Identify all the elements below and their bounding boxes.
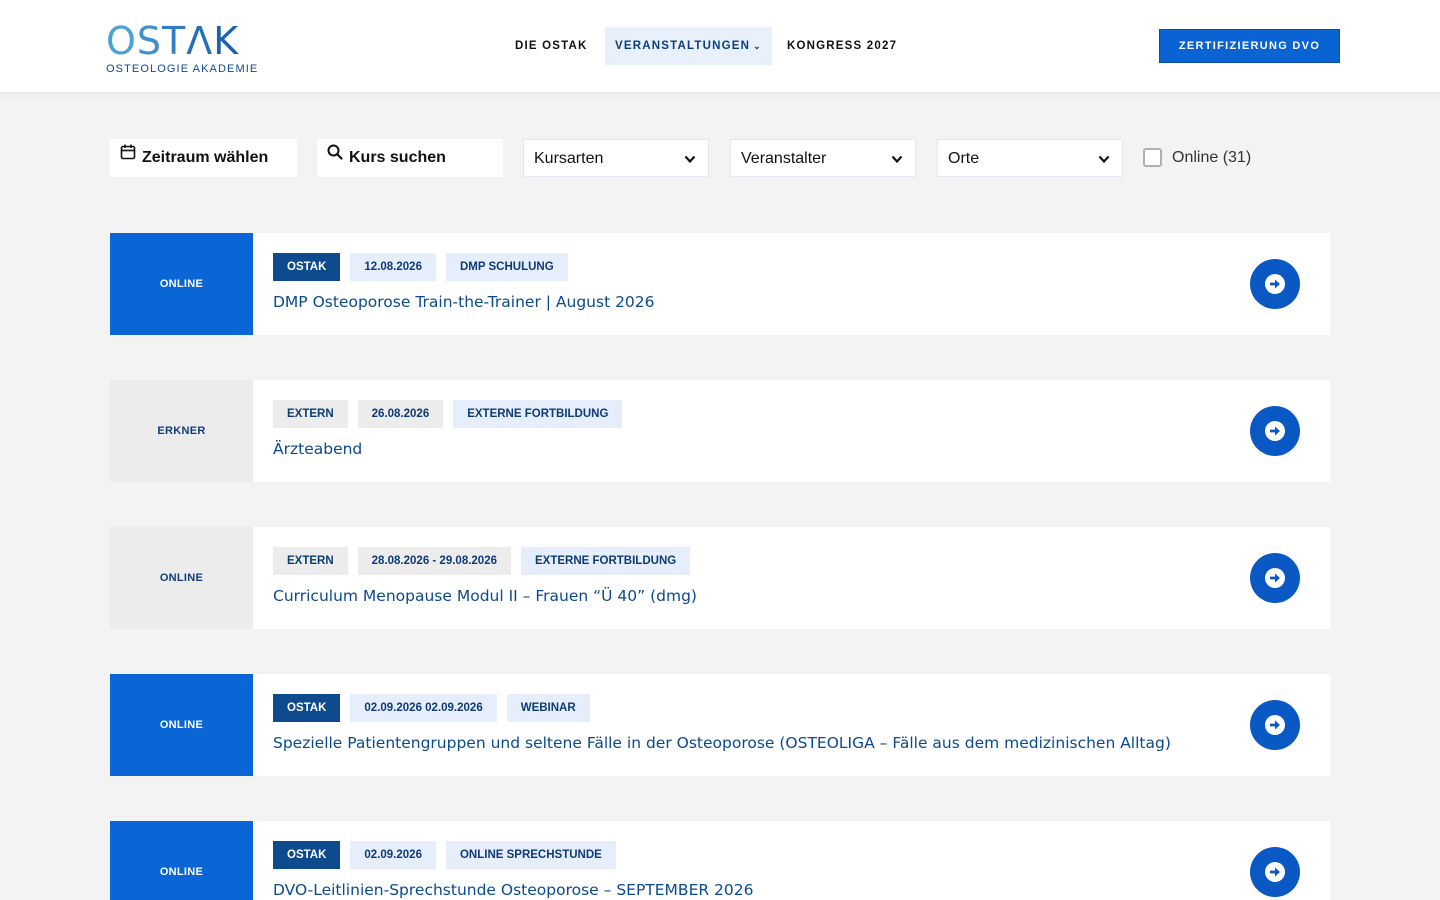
event-open-button[interactable] bbox=[1250, 259, 1300, 309]
organizer-value: Veranstalter bbox=[741, 150, 827, 167]
event-location: ONLINE bbox=[110, 233, 253, 335]
places-value: Orte bbox=[948, 150, 980, 167]
course-types-value: Kursarten bbox=[534, 150, 604, 167]
event-tag-organizer: OSTAK bbox=[273, 253, 341, 281]
course-search-button[interactable]: Kurs suchen bbox=[317, 139, 503, 177]
event-card[interactable]: ONLINE OSTAK 02.09.2026 ONLINE SPRECHSTUND… bbox=[110, 821, 1330, 900]
event-tag-type: WEBINAR bbox=[506, 694, 590, 722]
nav-die-ostak[interactable]: DIE OSTAK bbox=[515, 27, 588, 65]
date-range-label: Zeitraum wählen bbox=[142, 149, 269, 166]
event-location: ONLINE bbox=[110, 674, 253, 776]
event-open-button[interactable] bbox=[1250, 553, 1300, 603]
arrow-right-circle-icon bbox=[1265, 715, 1285, 735]
event-tag-organizer: OSTAK bbox=[273, 841, 341, 869]
event-tags: EXTERN 28.08.2026 - 29.08.2026 EXTERNE FOR… bbox=[273, 547, 700, 575]
date-range-button[interactable]: Zeitraum wählen bbox=[110, 139, 297, 177]
event-tag-date: 02.09.2026 02.09.2026 bbox=[350, 694, 497, 722]
zertifizierung-dvo-button[interactable]: ZERTIFIZIERUNG DVO bbox=[1159, 29, 1340, 63]
event-location: ONLINE bbox=[110, 821, 253, 900]
online-checkbox[interactable] bbox=[1143, 148, 1162, 167]
places-select[interactable]: Orte bbox=[937, 139, 1123, 177]
event-title[interactable]: DVO-Leitlinien-Sprechstunde Osteoporose … bbox=[273, 881, 754, 899]
event-tags: EXTERN 26.08.2026 EXTERNE FORTBILDUNG bbox=[273, 400, 632, 428]
event-tags: OSTAK 12.08.2026 DMP SCHULUNG bbox=[273, 253, 578, 281]
event-open-button[interactable] bbox=[1250, 700, 1300, 750]
event-card[interactable]: ERKNER EXTERN 26.08.2026 EXTERNE FORTBILDU… bbox=[110, 380, 1330, 482]
event-card[interactable]: ONLINE OSTAK 02.09.2026 02.09.2026 WEBINAR… bbox=[110, 674, 1330, 776]
event-tag-date: 28.08.2026 - 29.08.2026 bbox=[357, 547, 511, 575]
event-location: ERKNER bbox=[110, 380, 253, 482]
event-location: ONLINE bbox=[110, 527, 253, 629]
course-types-select[interactable]: Kursarten bbox=[523, 139, 709, 177]
event-title[interactable]: Ärzteabend bbox=[273, 440, 362, 458]
course-search-label: Kurs suchen bbox=[349, 149, 446, 166]
event-tag-type: EXTERNE FORTBILDUNG bbox=[453, 400, 623, 428]
chevron-down-icon bbox=[1098, 155, 1110, 164]
search-icon bbox=[327, 137, 343, 175]
organizer-select[interactable]: Veranstalter bbox=[730, 139, 916, 177]
event-tags: OSTAK 02.09.2026 ONLINE SPRECHSTUNDE bbox=[273, 841, 626, 869]
arrow-right-circle-icon bbox=[1265, 862, 1285, 882]
event-card[interactable]: ONLINE OSTAK 12.08.2026 DMP SCHULUNG DMP O… bbox=[110, 233, 1330, 335]
event-tag-type: ONLINE SPRECHSTUNDE bbox=[445, 841, 616, 869]
arrow-right-circle-icon bbox=[1265, 421, 1285, 441]
event-title[interactable]: DMP Osteoporose Train-the-Trainer | Augu… bbox=[273, 293, 655, 311]
arrow-right-circle-icon bbox=[1265, 568, 1285, 588]
event-tag-date: 26.08.2026 bbox=[357, 400, 444, 428]
nav-kongress[interactable]: KONGRESS 2027 bbox=[787, 27, 897, 65]
event-tag-organizer: OSTAK bbox=[273, 694, 341, 722]
event-open-button[interactable] bbox=[1250, 406, 1300, 456]
event-open-button[interactable] bbox=[1250, 847, 1300, 897]
event-card[interactable]: ONLINE EXTERN 28.08.2026 - 29.08.2026 EXTE… bbox=[110, 527, 1330, 629]
event-tag-organizer: EXTERN bbox=[273, 547, 348, 575]
online-filter-label: Online (31) bbox=[1172, 149, 1252, 166]
chevron-down-icon bbox=[891, 155, 903, 164]
event-title[interactable]: Curriculum Menopause Modul II – Frauen “… bbox=[273, 587, 697, 605]
calendar-icon bbox=[120, 137, 136, 175]
event-title[interactable]: Spezielle Patientengruppen und seltene F… bbox=[273, 734, 1171, 752]
event-tag-type: EXTERNE FORTBILDUNG bbox=[521, 547, 691, 575]
nav-veranstaltungen-label: VERANSTALTUNGEN bbox=[615, 40, 751, 52]
event-tag-type: DMP SCHULUNG bbox=[445, 253, 568, 281]
event-tag-date: 02.09.2026 bbox=[350, 841, 436, 869]
site-header: OSTΛK OSTEOLOGIE AKADEMIE DIE OSTAK VERA… bbox=[0, 0, 1440, 92]
chevron-down-icon bbox=[684, 155, 696, 164]
arrow-right-circle-icon bbox=[1265, 274, 1285, 294]
event-tag-date: 12.08.2026 bbox=[350, 253, 436, 281]
nav-veranstaltungen[interactable]: VERANSTALTUNGEN ⌄ bbox=[605, 27, 772, 65]
event-tag-organizer: EXTERN bbox=[273, 400, 348, 428]
chevron-down-icon: ⌄ bbox=[753, 41, 762, 51]
event-tags: OSTAK 02.09.2026 02.09.2026 WEBINAR bbox=[273, 694, 600, 722]
